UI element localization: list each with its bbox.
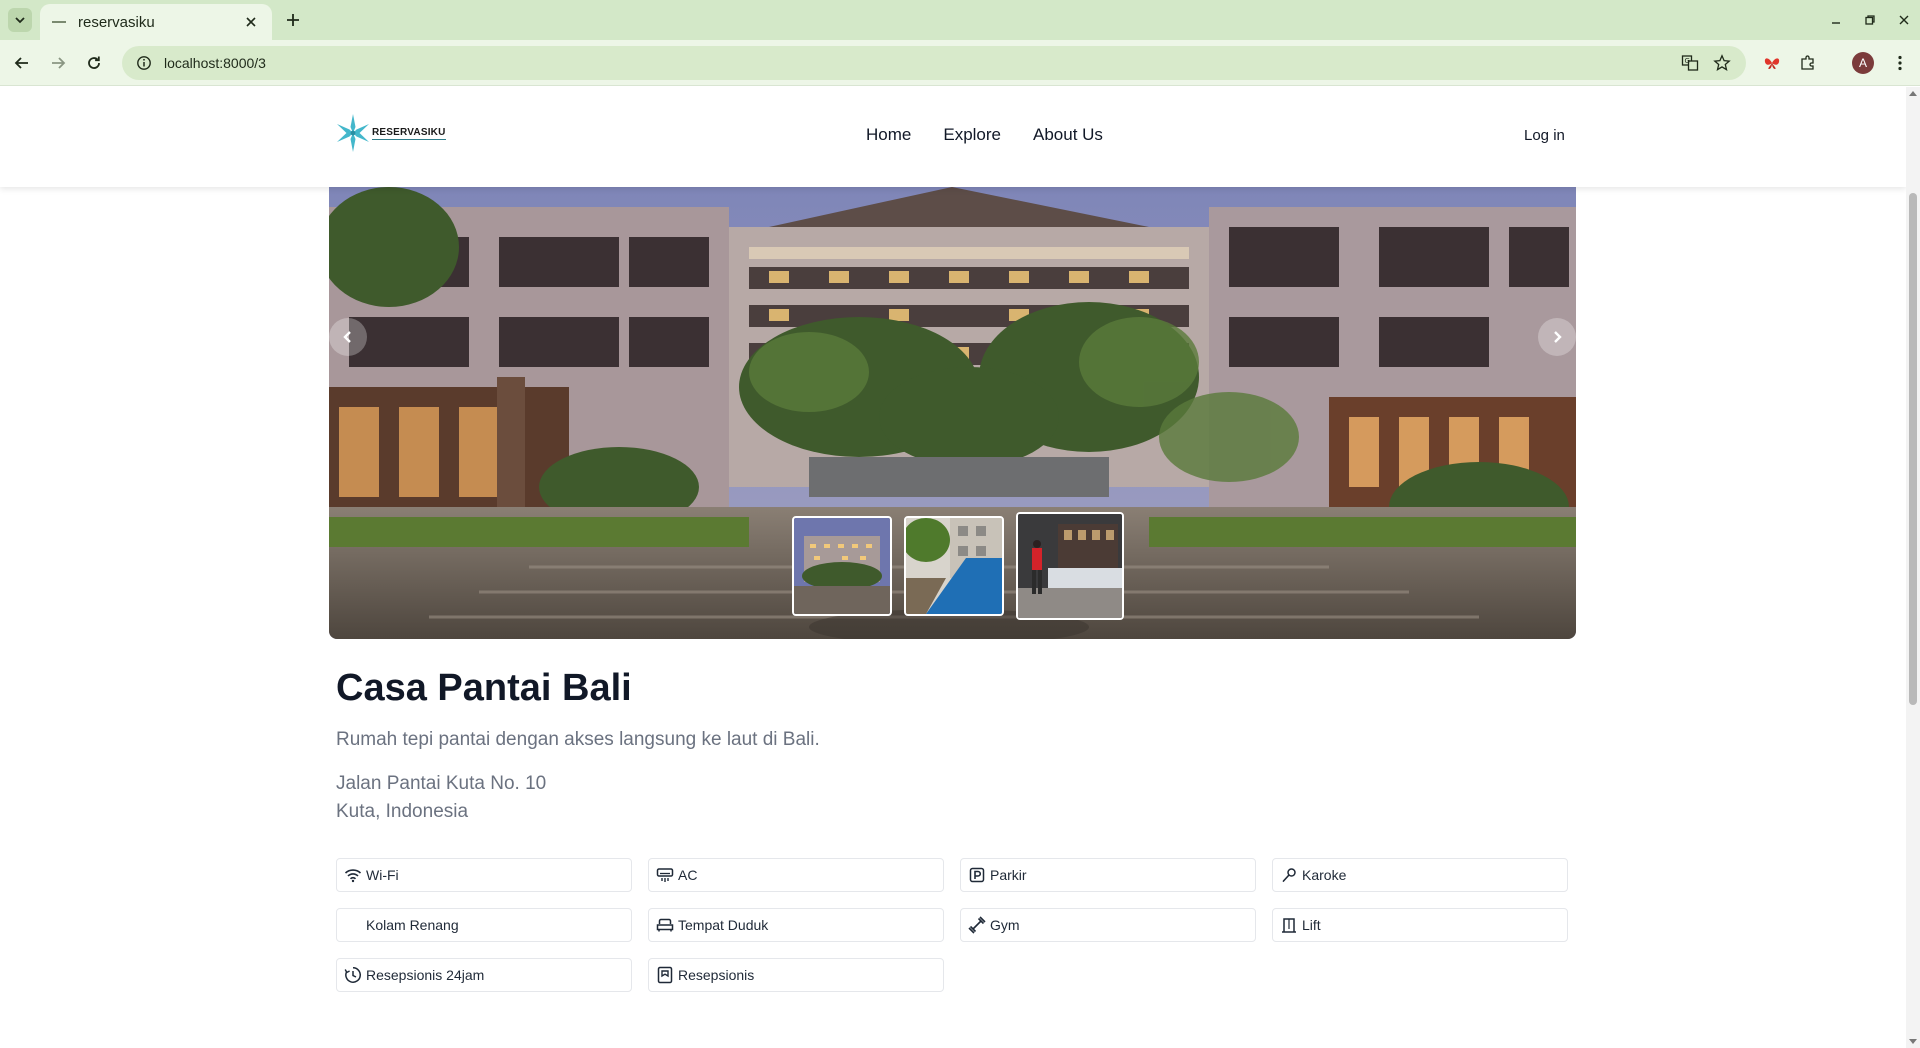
thumbnail-lobby-bar-photo xyxy=(1018,514,1122,618)
facility-label: Tempat Duduk xyxy=(678,917,769,933)
page-scrollbar[interactable] xyxy=(1906,87,1920,1048)
facility-lift: Lift xyxy=(1272,908,1568,942)
site-info-icon[interactable] xyxy=(136,55,152,71)
clock-24-icon xyxy=(343,965,363,985)
hotel-name: Casa Pantai Bali xyxy=(336,667,632,709)
hotel-photo-carousel[interactable] xyxy=(329,187,1576,639)
carousel-thumbnails xyxy=(792,512,1124,620)
browser-menu-button[interactable] xyxy=(1888,51,1912,75)
facility-karaoke: Karoke xyxy=(1272,858,1568,892)
facility-label: Lift xyxy=(1302,917,1321,933)
facility-label: Kolam Renang xyxy=(366,917,459,933)
facility-label: Resepsionis xyxy=(678,967,755,983)
close-tab-icon[interactable] xyxy=(242,13,260,31)
sofa-icon xyxy=(655,915,675,935)
facility-reception-24h: Resepsionis 24jam xyxy=(336,958,632,992)
svg-text:G: G xyxy=(1685,57,1690,65)
tab-search-button[interactable] xyxy=(8,8,32,32)
chevron-down-icon xyxy=(15,17,25,24)
microphone-icon xyxy=(1279,865,1299,885)
facility-ac: AC xyxy=(648,858,944,892)
browser-toolbar: localhost:8000/3 G xyxy=(0,40,1920,86)
nav-home-link[interactable]: Home xyxy=(866,125,911,145)
puzzle-icon xyxy=(1801,55,1814,70)
plus-icon xyxy=(287,14,299,26)
scroll-down-arrow-icon[interactable] xyxy=(1909,1039,1917,1044)
bookmark-button[interactable] xyxy=(1710,51,1734,75)
reload-button[interactable] xyxy=(82,51,106,75)
back-button[interactable] xyxy=(10,51,34,75)
translate-button[interactable]: G xyxy=(1678,51,1702,75)
nav-about-us-link[interactable]: About Us xyxy=(1033,125,1103,145)
extensions-button[interactable] xyxy=(1796,51,1820,75)
login-link[interactable]: Log in xyxy=(1524,127,1565,144)
wifi-icon xyxy=(343,865,363,885)
facility-label: Karoke xyxy=(1302,867,1347,883)
site-header: RESERVASIKU Home Explore About Us Log in xyxy=(0,87,1906,187)
carousel-next-button[interactable] xyxy=(1538,318,1576,356)
scroll-up-arrow-icon[interactable] xyxy=(1909,91,1917,96)
reception-icon xyxy=(655,965,675,985)
facility-label: Parkir xyxy=(990,867,1027,883)
extension-butterfly-button[interactable] xyxy=(1760,51,1784,75)
close-window-button[interactable] xyxy=(1894,10,1914,30)
arrow-right-icon xyxy=(52,57,66,69)
minimize-button[interactable] xyxy=(1826,10,1846,30)
nav-explore-link[interactable]: Explore xyxy=(943,125,1001,145)
thumbnail-courtyard-photo xyxy=(794,518,890,614)
scroll-thumb[interactable] xyxy=(1909,193,1917,705)
ac-icon xyxy=(655,865,675,885)
facility-wifi: Wi-Fi xyxy=(336,858,632,892)
parking-icon xyxy=(967,865,987,885)
minimize-icon xyxy=(1832,22,1840,24)
thumbnail-pool-photo xyxy=(906,518,1002,614)
butterfly-extension-icon xyxy=(1764,58,1780,69)
facility-label: Gym xyxy=(990,917,1020,933)
new-tab-button[interactable] xyxy=(282,9,304,31)
facility-seating: Tempat Duduk xyxy=(648,908,944,942)
pool-icon xyxy=(343,915,363,935)
facility-label: AC xyxy=(678,867,698,883)
forward-button[interactable] xyxy=(46,51,70,75)
browser-tab[interactable]: reservasiku xyxy=(40,4,272,40)
thumbnail-pool[interactable] xyxy=(904,516,1004,616)
favicon-icon xyxy=(52,21,66,23)
url-text[interactable]: localhost:8000/3 xyxy=(164,55,266,71)
logo-star-icon xyxy=(337,114,369,152)
restore-icon xyxy=(1865,15,1875,25)
facility-reception: Resepsionis xyxy=(648,958,944,992)
facility-pool: Kolam Renang xyxy=(336,908,632,942)
browser-tab-strip: reservasiku xyxy=(0,0,1920,40)
arrow-left-icon xyxy=(14,57,28,69)
facility-label: Resepsionis 24jam xyxy=(366,967,485,983)
site-logo[interactable]: RESERVASIKU xyxy=(336,111,446,155)
page-viewport: RESERVASIKU Home Explore About Us Log in xyxy=(0,87,1906,1048)
carousel-prev-button[interactable] xyxy=(329,318,367,356)
profile-avatar[interactable]: A xyxy=(1852,52,1874,74)
address-bar[interactable]: localhost:8000/3 xyxy=(122,46,1746,80)
dumbbell-icon xyxy=(967,915,987,935)
tab-title: reservasiku xyxy=(78,13,155,31)
close-icon xyxy=(1899,15,1909,25)
logo-text: RESERVASIKU xyxy=(372,126,446,140)
hotel-address-street: Jalan Pantai Kuta No. 10 xyxy=(336,773,547,794)
thumbnail-courtyard[interactable] xyxy=(792,516,892,616)
chevron-right-icon xyxy=(1554,331,1562,343)
kebab-menu-icon xyxy=(1898,55,1902,71)
reload-icon xyxy=(88,56,100,69)
translate-icon: G xyxy=(1681,55,1699,71)
main-nav: Home Explore About Us xyxy=(866,125,1103,145)
hotel-address-city: Kuta, Indonesia xyxy=(336,801,469,822)
restore-button[interactable] xyxy=(1860,10,1880,30)
star-icon xyxy=(1713,54,1731,71)
thumbnail-lobby-bar[interactable] xyxy=(1016,512,1124,620)
facility-gym: Gym xyxy=(960,908,1256,942)
hotel-description: Rumah tepi pantai dengan akses langsung … xyxy=(336,729,820,750)
elevator-icon xyxy=(1279,915,1299,935)
chevron-left-icon xyxy=(343,331,351,343)
facility-label: Wi-Fi xyxy=(366,867,399,883)
facility-parking: Parkir xyxy=(960,858,1256,892)
